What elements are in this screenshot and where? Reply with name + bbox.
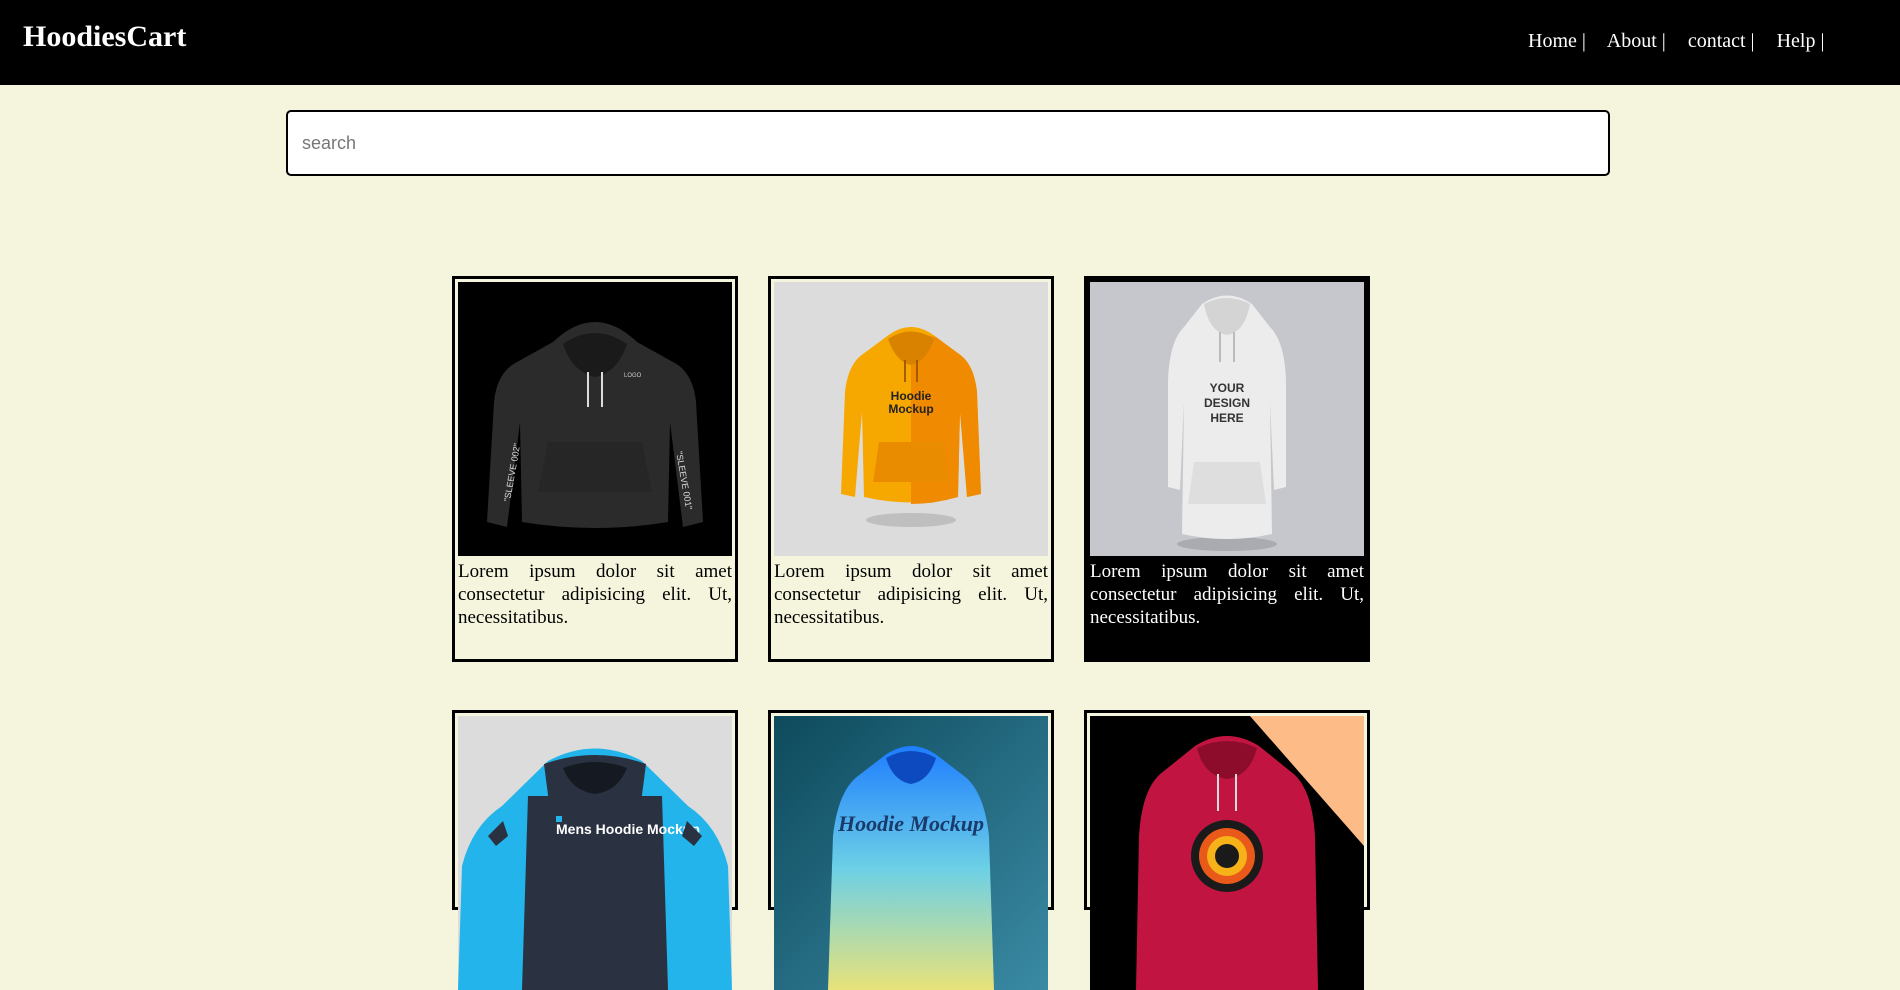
svg-text:HERE: HERE <box>1210 411 1243 425</box>
orange-hoodie-image: Hoodie Mockup <box>774 282 1048 556</box>
search-input[interactable] <box>286 110 1610 176</box>
image-caption: Mens Hoodie Mockup <box>556 821 700 837</box>
nav-help-link[interactable]: Help | <box>1777 30 1825 52</box>
brand-logo[interactable]: HoodiesCart <box>23 20 186 54</box>
product-description: Lorem ipsum dolor sit amet consectetur a… <box>774 561 1048 628</box>
white-hoodie-image: YOUR DESIGN HERE <box>1090 282 1364 556</box>
blue-black-hoodie-image: Mens Hoodie Mockup <box>458 716 732 990</box>
navbar: HoodiesCart Home | About | contact | Hel… <box>0 0 1900 85</box>
nav-home-link[interactable]: Home | <box>1528 30 1586 52</box>
image-caption: Hoodie Mockup <box>837 811 984 836</box>
svg-text:Mockup: Mockup <box>888 402 933 416</box>
product-card[interactable]: Mens Hoodie Mockup <box>452 710 738 990</box>
nav-links: Home | About | contact | Help | <box>1528 30 1841 53</box>
svg-text:DESIGN: DESIGN <box>1204 396 1250 410</box>
svg-text:Hoodie: Hoodie <box>891 389 932 403</box>
nav-about-link[interactable]: About | <box>1607 30 1666 52</box>
nav-contact-link[interactable]: contact | <box>1688 30 1755 52</box>
product-card[interactable]: Hoodie Mockup Lorem ipsum dolor sit amet… <box>768 276 1054 662</box>
product-card[interactable]: YOUR DESIGN HERE Lorem ipsum dolor sit a… <box>1084 276 1370 662</box>
gradient-hoodie-image: Hoodie Mockup <box>774 716 1048 990</box>
product-card[interactable]: LOGO "SLEEVE 002" "SLEEVE 001" Lorem ips… <box>452 276 738 662</box>
product-description: Lorem ipsum dolor sit amet consectetur a… <box>1090 561 1364 628</box>
product-card[interactable] <box>1084 710 1370 990</box>
product-card[interactable]: Hoodie Mockup <box>768 710 1054 990</box>
black-hoodie-image: LOGO "SLEEVE 002" "SLEEVE 001" <box>458 282 732 556</box>
svg-text:LOGO: LOGO <box>624 373 642 379</box>
product-description: Lorem ipsum dolor sit amet consectetur a… <box>458 561 732 628</box>
red-hoodie-image <box>1090 716 1364 990</box>
svg-text:YOUR: YOUR <box>1210 381 1245 395</box>
